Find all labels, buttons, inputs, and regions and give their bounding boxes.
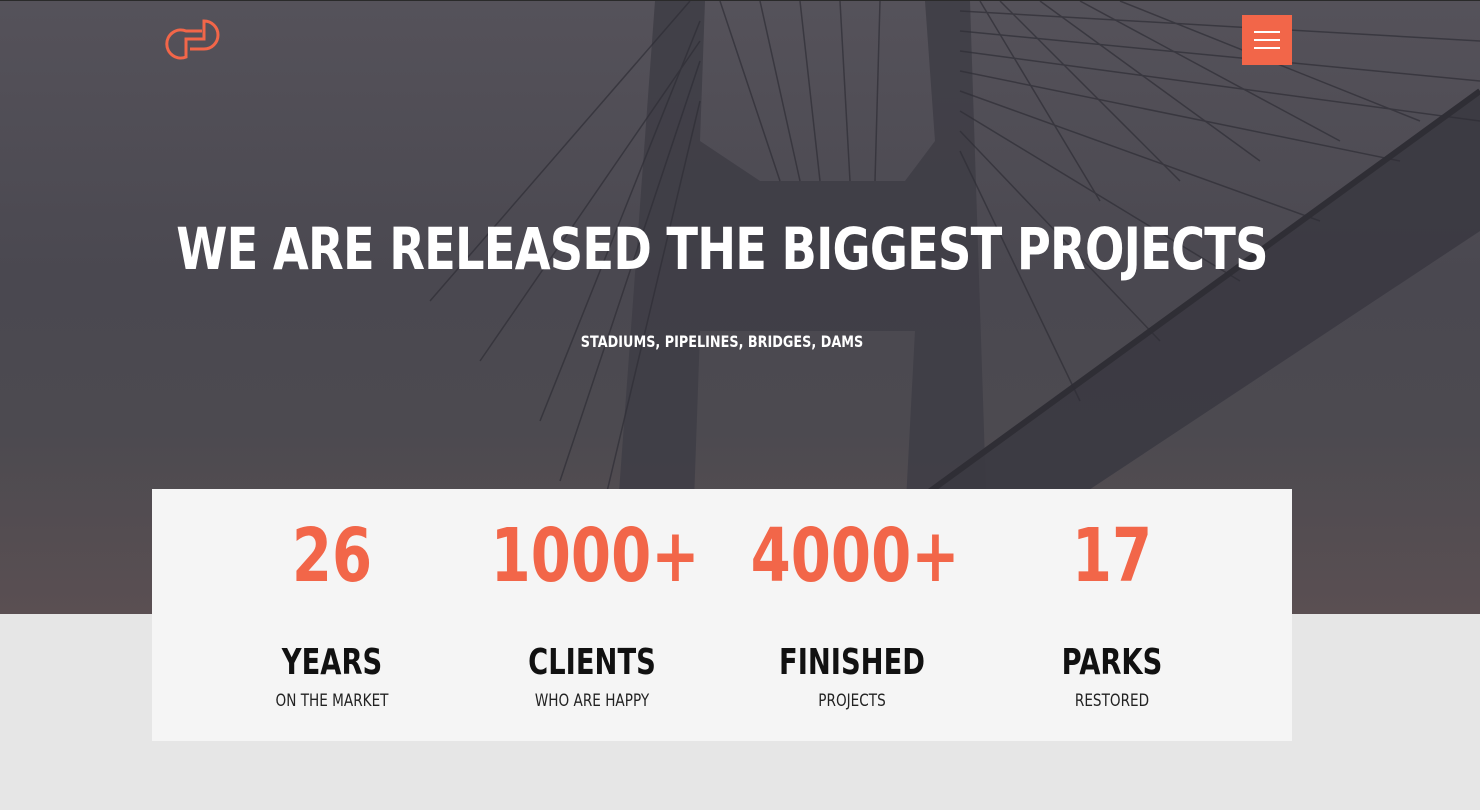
stat-sub: PROJECTS (818, 691, 886, 711)
stat-parks: 17 PARKS RESTORED (982, 489, 1242, 741)
linked-squares-logo-icon[interactable] (164, 9, 230, 71)
stat-number: 1000+ (490, 513, 700, 599)
stat-label: PARKS (1061, 642, 1163, 683)
hamburger-menu-icon-line (1254, 47, 1280, 49)
stat-sub: WHO ARE HAPPY (534, 691, 650, 711)
stat-sub: ON THE MARKET (275, 691, 389, 711)
stat-label: FINISHED (779, 642, 925, 683)
hero-headline: WE ARE RELEASED THE BIGGEST PROJECTS (176, 215, 1268, 283)
stat-label: YEARS (281, 642, 383, 683)
stats-panel: 26 YEARS ON THE MARKET 1000+ CLIENTS WHO… (152, 489, 1292, 741)
hero-subline: STADIUMS, PIPELINES, BRIDGES, DAMS (580, 332, 864, 351)
stat-years: 26 YEARS ON THE MARKET (202, 489, 462, 741)
hamburger-menu-icon (1254, 31, 1280, 33)
stat-clients: 1000+ CLIENTS WHO ARE HAPPY (462, 489, 722, 741)
menu-button[interactable] (1242, 15, 1292, 65)
hamburger-menu-icon-line (1254, 39, 1280, 41)
stat-number: 4000+ (750, 513, 960, 599)
stat-number: 26 (291, 513, 373, 599)
stat-label: CLIENTS (528, 642, 656, 683)
stat-sub: RESTORED (1074, 691, 1150, 711)
stat-number: 17 (1071, 513, 1153, 599)
stat-finished: 4000+ FINISHED PROJECTS (722, 489, 982, 741)
